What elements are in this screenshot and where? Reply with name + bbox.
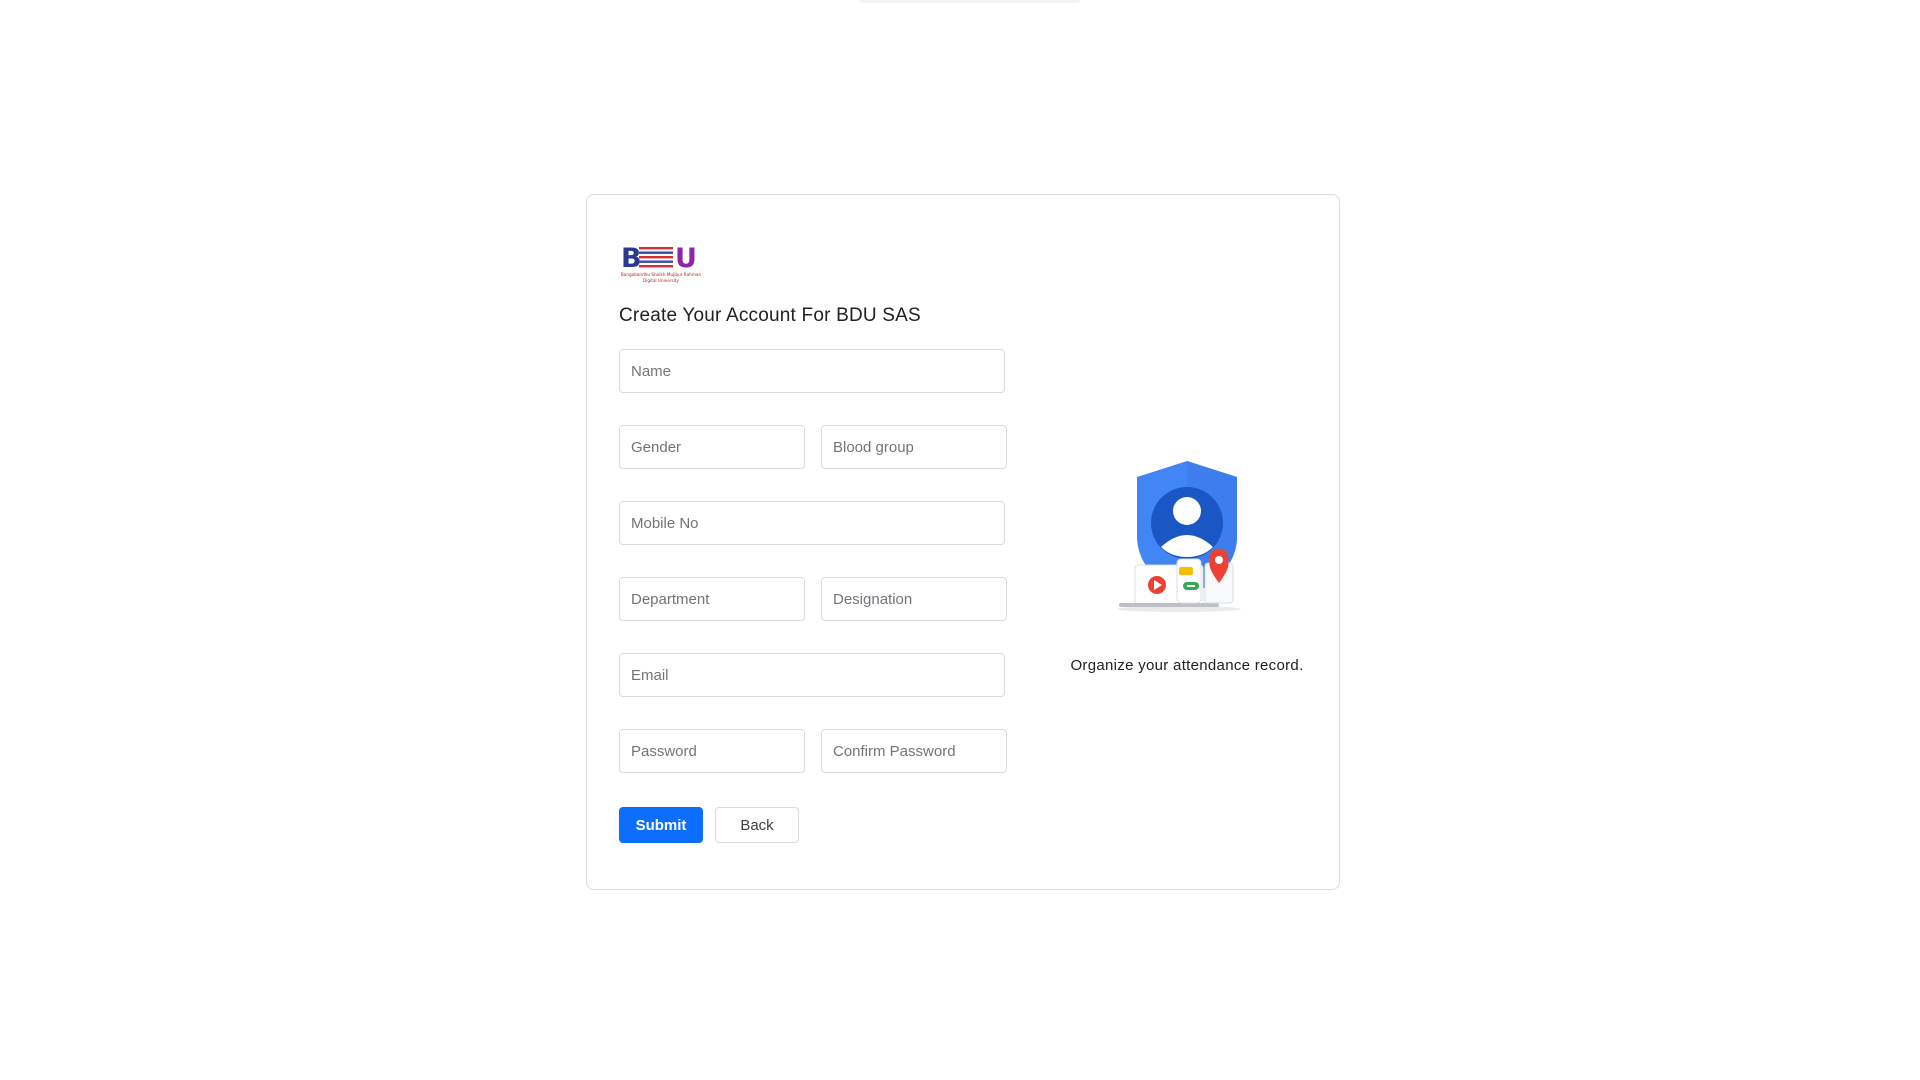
svg-text:U: U <box>675 243 697 274</box>
designation-input[interactable] <box>821 577 1007 621</box>
bdu-logo: B U Bangabandhu Sheikh Mujibur Rahman Di… <box>621 243 702 283</box>
top-strip <box>860 0 1080 3</box>
email-input[interactable] <box>619 653 1005 697</box>
svg-text:Digital University: Digital University <box>643 278 680 283</box>
blood-group-input[interactable] <box>821 425 1007 469</box>
gender-input[interactable] <box>619 425 805 469</box>
name-input[interactable] <box>619 349 1005 393</box>
account-shield-illustration <box>1117 461 1241 612</box>
department-input[interactable] <box>619 577 805 621</box>
signup-card: B U Bangabandhu Sheikh Mujibur Rahman Di… <box>586 194 1340 890</box>
back-button[interactable]: Back <box>715 807 799 843</box>
confirm-password-input[interactable] <box>821 729 1007 773</box>
illustration-caption: Organize your attendance record. <box>1070 657 1304 674</box>
mobile-input[interactable] <box>619 501 1005 545</box>
svg-text:Bangabandhu Sheikh Mujibur Rah: Bangabandhu Sheikh Mujibur Rahman <box>621 272 702 277</box>
logo-stripes <box>639 247 673 268</box>
svg-text:B: B <box>621 243 642 274</box>
page-title: Create Your Account For BDU SAS <box>619 305 921 326</box>
password-input[interactable] <box>619 729 805 773</box>
submit-button[interactable]: Submit <box>619 807 703 843</box>
